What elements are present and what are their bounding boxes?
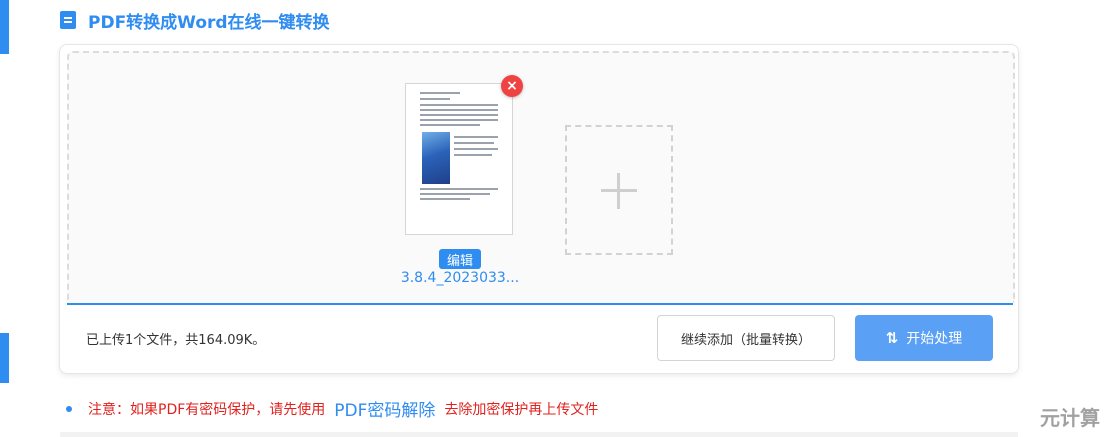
watermark: 元计算: [1040, 406, 1100, 430]
file-thumbnail[interactable]: [405, 83, 513, 235]
drop-zone-underline: [67, 303, 1013, 305]
upload-card: × 编辑 3.8.4_2023033... 已上传1个文件，共164.09K。 …: [59, 44, 1019, 374]
edit-button[interactable]: 编辑: [439, 249, 481, 269]
page-header: PDF转换成Word在线一键转换: [60, 8, 330, 33]
bottom-strip: [60, 432, 1018, 437]
left-accent-bar: [0, 0, 9, 54]
document-icon: [60, 11, 76, 29]
notice: 注意：如果PDF有密码保护，请先使用 PDF密码解除 去除加密保护再上传文件: [66, 396, 598, 421]
start-processing-button[interactable]: ⇅ 开始处理: [855, 315, 993, 361]
notice-suffix: 去除加密保护再上传文件: [444, 401, 599, 418]
drop-zone[interactable]: × 编辑 3.8.4_2023033...: [67, 51, 1015, 303]
swap-icon: ⇅: [885, 329, 899, 347]
notice-prefix: 注意：如果PDF有密码保护，请先使用: [88, 401, 326, 418]
document-image: [422, 132, 450, 184]
left-accent-bar: [0, 333, 9, 383]
start-processing-label: 开始处理: [906, 331, 963, 347]
page-title: PDF转换成Word在线一键转换: [88, 12, 330, 33]
close-icon: ×: [506, 78, 518, 94]
remove-file-button[interactable]: ×: [501, 75, 523, 97]
upload-status: 已上传1个文件，共164.09K。: [86, 333, 266, 348]
bullet-icon: [66, 405, 72, 412]
add-file-button[interactable]: [565, 125, 673, 255]
file-name[interactable]: 3.8.4_2023033...: [399, 270, 521, 286]
continue-add-button[interactable]: 继续添加（批量转换）: [657, 315, 835, 361]
pdf-unlock-link[interactable]: PDF密码解除: [334, 396, 435, 421]
